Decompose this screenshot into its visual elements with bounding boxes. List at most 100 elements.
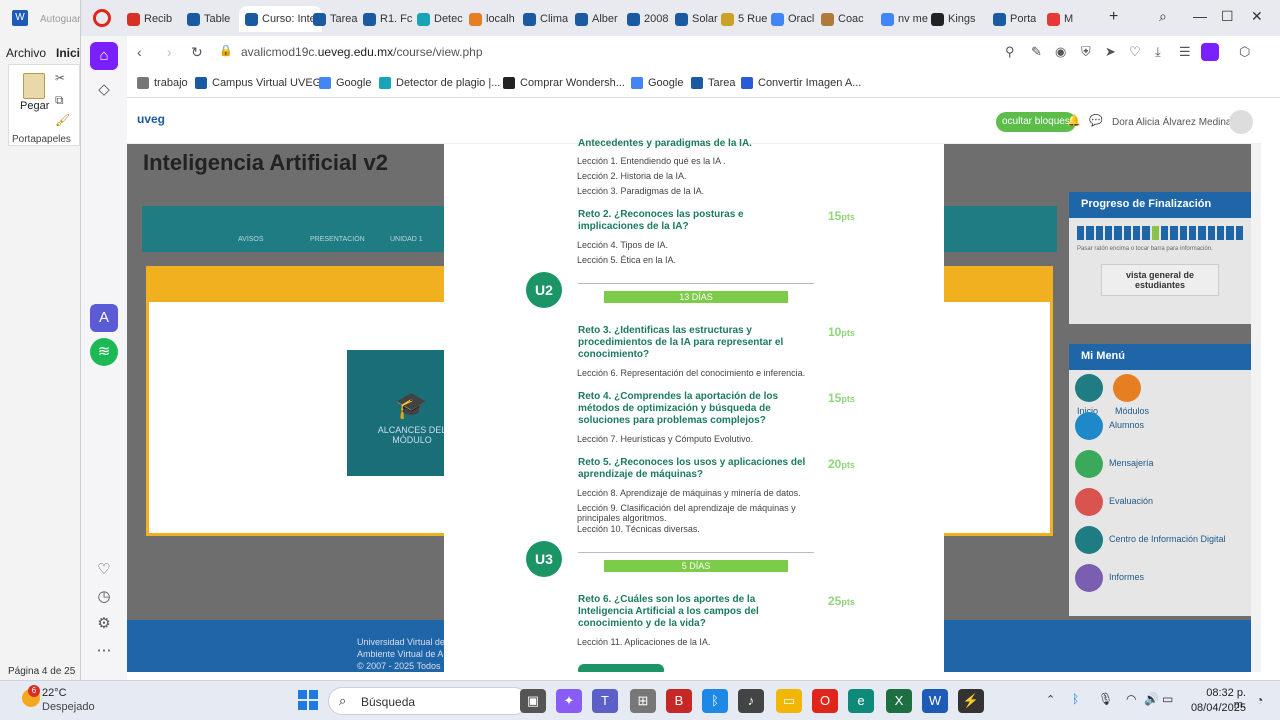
camera-icon[interactable]: ◉	[1055, 44, 1066, 60]
lock-icon[interactable]: 🔒	[219, 44, 233, 57]
volume-icon[interactable]: 🔊	[1144, 692, 1159, 706]
new-tab-icon[interactable]: +	[1109, 8, 1118, 26]
progress-segment[interactable]	[1114, 226, 1122, 240]
bell-icon[interactable]: 🔔	[1067, 114, 1081, 127]
opera-taskbar-icon[interactable]: O	[812, 689, 838, 713]
pinboard-icon[interactable]: ◇	[90, 76, 118, 104]
microphone-icon[interactable]: 🎙	[1098, 692, 1113, 706]
hide-blocks-button[interactable]: ocultar bloques	[996, 112, 1076, 132]
teams-icon[interactable]: T	[592, 689, 618, 713]
zoom-icon[interactable]: ⚲	[1005, 44, 1015, 60]
bluetooth-app-icon[interactable]: ᛒ	[702, 689, 728, 713]
menu-item-icon[interactable]	[1075, 450, 1103, 478]
menu-item-icon[interactable]	[1075, 526, 1103, 554]
bookmark-item[interactable]: trabajo	[137, 77, 188, 89]
copy-icon[interactable]: ⧉	[55, 93, 64, 108]
bookmark-item[interactable]: Detector de plagio |...	[379, 77, 500, 89]
tab-5[interactable]: Detec	[417, 6, 463, 32]
profile-icon[interactable]	[1201, 43, 1219, 61]
menu-item-label[interactable]: Alumnos	[1109, 420, 1144, 430]
clock-date[interactable]: 08/04/2025	[1188, 702, 1246, 714]
tab-6[interactable]: localh	[469, 6, 515, 32]
excel-icon[interactable]: X	[886, 689, 912, 713]
progress-segment[interactable]	[1151, 226, 1159, 240]
format-painter-icon[interactable]: 🖌	[55, 113, 70, 127]
progress-segment[interactable]	[1123, 226, 1131, 240]
tab-3[interactable]: Tarea	[313, 6, 358, 32]
tab-2[interactable]: Curso: Inte	[239, 6, 322, 32]
history-icon[interactable]: ◷	[90, 583, 118, 611]
menu-archivo[interactable]: Archivo	[6, 46, 46, 60]
forward-icon[interactable]: ›	[167, 44, 172, 60]
bookmark-item[interactable]: Google	[631, 77, 683, 89]
tab-7[interactable]: Clima	[523, 6, 568, 32]
tab-9[interactable]: 2008	[627, 6, 668, 32]
menu-icon[interactable]: ☰	[1179, 44, 1191, 60]
b-app-icon[interactable]: B	[666, 689, 692, 713]
menu-item-icon[interactable]	[1075, 374, 1103, 402]
menu-item-label[interactable]: Evaluación	[1109, 496, 1153, 506]
menu-item-label[interactable]: Módulos	[1115, 406, 1149, 416]
tab-14[interactable]: nv me	[881, 6, 928, 32]
paste-icon[interactable]	[23, 73, 45, 99]
extensions-icon[interactable]: ⬡	[1239, 44, 1250, 60]
battery-icon[interactable]: ▭	[1162, 692, 1173, 706]
progress-segment[interactable]	[1188, 226, 1197, 240]
file-explorer-icon[interactable]: ▭	[776, 689, 802, 713]
chat-icon[interactable]: 💬	[1089, 114, 1103, 127]
edge-icon[interactable]: e	[848, 689, 874, 713]
copilot-icon[interactable]: ✦	[556, 689, 582, 713]
bookmark-item[interactable]: Campus Virtual UVEG	[195, 77, 321, 89]
tab-13[interactable]: Coac	[821, 6, 864, 32]
tab-15[interactable]: Kings	[931, 6, 976, 32]
nav-presentacion[interactable]: PRESENTACIÓN	[310, 236, 365, 243]
notification-icon[interactable]: ◔	[1256, 693, 1263, 707]
progress-segment[interactable]	[1235, 226, 1243, 240]
tab-8[interactable]: Alber	[575, 6, 618, 32]
shield-icon[interactable]: ⛨	[1081, 44, 1091, 60]
bookmark-item[interactable]: Tarea	[691, 77, 736, 89]
opera-logo-icon[interactable]	[93, 9, 111, 27]
settings-icon[interactable]: ⚙	[90, 610, 118, 638]
menu-item-icon[interactable]	[1075, 564, 1103, 592]
weather-temp[interactable]: 22°C	[42, 687, 67, 699]
progress-segment[interactable]	[1104, 226, 1113, 240]
menu-item-icon[interactable]	[1075, 488, 1103, 516]
progress-segment[interactable]	[1077, 226, 1085, 240]
search-tabs-icon[interactable]: ⌕	[1159, 8, 1167, 25]
tab-1[interactable]: Table	[187, 6, 230, 32]
heart-icon[interactable]: ♡	[1129, 44, 1141, 60]
menu-item-label[interactable]: Centro de Información Digital	[1109, 534, 1226, 544]
page-scrollbar[interactable]	[1251, 144, 1261, 672]
progress-segment[interactable]	[1198, 226, 1206, 240]
progress-segment[interactable]	[1179, 226, 1187, 240]
menu-item-label[interactable]: Mensajería	[1109, 458, 1154, 468]
menu-item-icon[interactable]	[1075, 412, 1103, 440]
chevron-up-icon[interactable]: ⌃	[1046, 693, 1055, 706]
progress-segment[interactable]	[1216, 226, 1225, 240]
bookmark-item[interactable]: Google	[319, 77, 371, 89]
module-label[interactable]: ALCANCES DEL MÓDULO	[377, 425, 447, 445]
progress-segment[interactable]	[1226, 226, 1234, 240]
aria-icon[interactable]: A	[90, 304, 118, 332]
task-view-icon[interactable]: ▣	[520, 689, 546, 713]
search-box[interactable]: ⌕ Búsqueda	[328, 687, 528, 715]
uveg-logo[interactable]: uveg	[137, 112, 165, 126]
tab-17[interactable]: M	[1047, 6, 1073, 32]
reload-icon[interactable]: ↻	[191, 44, 203, 61]
more-icon[interactable]: ⋯	[90, 637, 118, 665]
favorites-icon[interactable]: ♡	[90, 556, 118, 584]
app-icon[interactable]: ⚡	[958, 689, 984, 713]
word-taskbar-icon[interactable]: W	[922, 689, 948, 713]
tab-12[interactable]: Oracl	[771, 6, 814, 32]
tab-0[interactable]: Recib	[127, 6, 172, 32]
nav-avisos[interactable]: AVISOS	[238, 236, 264, 243]
tab-16[interactable]: Porta	[993, 6, 1036, 32]
progress-segment[interactable]	[1170, 226, 1178, 240]
send-icon[interactable]: ➤	[1105, 44, 1116, 60]
user-name[interactable]: Dora Alicia Álvarez Medina	[1112, 117, 1232, 128]
close-window-icon[interactable]: ✕	[1251, 8, 1263, 25]
cut-icon[interactable]: ✂	[55, 71, 65, 85]
tab-11[interactable]: 5 Rue	[721, 6, 767, 32]
maximize-icon[interactable]: ☐	[1221, 8, 1234, 25]
